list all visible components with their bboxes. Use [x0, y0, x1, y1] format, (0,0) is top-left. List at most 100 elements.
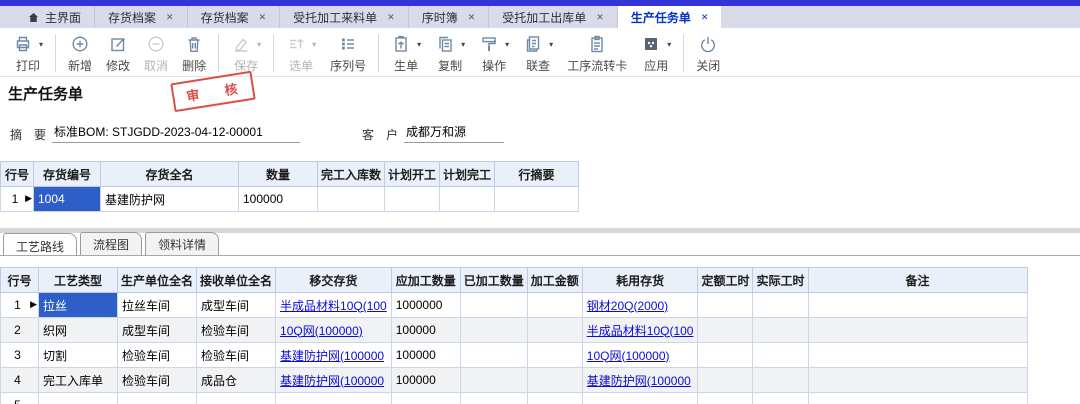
tab-close-icon[interactable]: ✕	[468, 12, 476, 23]
inventory-link[interactable]: 10Q网(100000)	[280, 324, 363, 338]
chevron-down-icon[interactable]: ▾	[667, 40, 671, 49]
grid-cell[interactable]	[753, 293, 808, 318]
row-number-cell[interactable]: 1▶	[1, 187, 34, 212]
grid-cell[interactable]: 钢材20Q(2000)	[582, 293, 698, 318]
grid-cell[interactable]: 拉丝车间	[118, 293, 197, 318]
inventory-link[interactable]: 基建防护网(100000	[280, 374, 384, 388]
grid-cell[interactable]	[495, 187, 579, 212]
grid-cell[interactable]	[753, 393, 808, 404]
row-number-cell[interactable]: 5	[1, 393, 39, 404]
grid-cell[interactable]: 1004	[34, 187, 101, 212]
grid-cell[interactable]	[39, 393, 118, 404]
grid-cell[interactable]	[808, 343, 1027, 368]
grid-cell[interactable]	[460, 318, 527, 343]
grid-cell[interactable]: 基建防护网	[101, 187, 239, 212]
process-flow-card-button[interactable]: 工序流转卡	[560, 32, 634, 75]
column-header[interactable]: 备注	[808, 268, 1027, 293]
tab-production-task[interactable]: 生产任务单✕	[618, 6, 722, 28]
grid-cell[interactable]	[440, 187, 495, 212]
grid-cell[interactable]	[391, 393, 460, 404]
grid-cell[interactable]	[698, 318, 753, 343]
grid-cell[interactable]: 检验车间	[118, 343, 197, 368]
grid-cell[interactable]	[698, 293, 753, 318]
inventory-link[interactable]: 10Q网(100000)	[587, 349, 670, 363]
grid-cell[interactable]: 100000	[391, 343, 460, 368]
chevron-down-icon[interactable]: ▾	[257, 40, 261, 49]
grid-cell[interactable]	[197, 393, 276, 404]
grid-cell[interactable]: 检验车间	[197, 343, 276, 368]
grid-cell[interactable]: 织网	[39, 318, 118, 343]
inventory-link[interactable]: 基建防护网(100000	[280, 349, 384, 363]
tab-inventory-1[interactable]: 存货档案✕	[95, 6, 188, 28]
column-header[interactable]: 计划完工	[440, 162, 495, 187]
serial-number-button[interactable]: 序列号	[323, 32, 373, 75]
delete-button[interactable]: 删除	[175, 32, 213, 75]
grid-cell[interactable]	[753, 318, 808, 343]
subtab-process-route[interactable]: 工艺路线	[3, 233, 77, 255]
column-header[interactable]: 定额工时	[698, 268, 753, 293]
close-button[interactable]: 关闭	[689, 32, 727, 75]
tab-close-icon[interactable]: ✕	[387, 12, 395, 23]
column-header[interactable]: 工艺类型	[39, 268, 118, 293]
grid-cell[interactable]	[527, 293, 582, 318]
grid-cell[interactable]: 10Q网(100000)	[582, 343, 698, 368]
column-header[interactable]: 行号	[1, 268, 39, 293]
grid-cell[interactable]	[527, 318, 582, 343]
grid-cell[interactable]: 拉丝	[39, 293, 118, 318]
grid-cell[interactable]	[698, 343, 753, 368]
grid-cell[interactable]: 切割	[39, 343, 118, 368]
column-header[interactable]: 移交存货	[276, 268, 392, 293]
grid-cell[interactable]	[527, 343, 582, 368]
copy-button[interactable]: ▾复制	[428, 32, 472, 75]
grid-cell[interactable]: 半成品材料10Q(100	[582, 318, 698, 343]
row-number-cell[interactable]: 4	[1, 368, 39, 393]
grid-cell[interactable]: 检验车间	[197, 318, 276, 343]
grid-cell[interactable]: 100000	[391, 318, 460, 343]
grid-cell[interactable]	[385, 187, 440, 212]
grid-cell[interactable]: 100000	[239, 187, 318, 212]
inventory-link[interactable]: 钢材20Q(2000)	[587, 299, 668, 313]
grid-cell[interactable]	[698, 368, 753, 393]
tab-consign-incoming[interactable]: 受托加工来料单✕	[280, 6, 409, 28]
inventory-link[interactable]: 半成品材料10Q(100	[280, 299, 387, 313]
column-header[interactable]: 存货编号	[34, 162, 101, 187]
print-button[interactable]: ▾打印	[6, 32, 50, 75]
column-header[interactable]: 行摘要	[495, 162, 579, 187]
tab-journal[interactable]: 序时簿✕	[409, 6, 490, 28]
row-number-cell[interactable]: 2	[1, 318, 39, 343]
chevron-down-icon[interactable]: ▾	[417, 40, 421, 49]
row-number-cell[interactable]: 1▶	[1, 293, 39, 318]
chevron-down-icon[interactable]: ▾	[39, 40, 43, 49]
column-header[interactable]: 生产单位全名	[118, 268, 197, 293]
tab-main[interactable]: 主界面	[14, 6, 95, 28]
inventory-link[interactable]: 基建防护网(100000	[587, 374, 691, 388]
tab-close-icon[interactable]: ✕	[701, 12, 709, 23]
add-button[interactable]: 新增	[61, 32, 99, 75]
grid-cell[interactable]: 成品仓	[197, 368, 276, 393]
edit-button[interactable]: 修改	[99, 32, 137, 75]
grid-cell[interactable]	[460, 368, 527, 393]
column-header[interactable]: 加工金额	[527, 268, 582, 293]
apply-button[interactable]: ▾应用	[634, 32, 678, 75]
subtab-material-details[interactable]: 领料详情	[145, 232, 219, 255]
grid-cell[interactable]	[276, 393, 392, 404]
grid-cell[interactable]	[318, 187, 385, 212]
row-number-cell[interactable]: 3	[1, 343, 39, 368]
column-header[interactable]: 已加工数量	[460, 268, 527, 293]
tab-close-icon[interactable]: ✕	[259, 12, 267, 23]
grid-cell[interactable]: 成型车间	[197, 293, 276, 318]
grid-cell[interactable]	[808, 393, 1027, 404]
grid-cell[interactable]	[808, 318, 1027, 343]
grid-cell[interactable]	[460, 293, 527, 318]
column-header[interactable]: 接收单位全名	[197, 268, 276, 293]
grid-cell[interactable]	[118, 393, 197, 404]
tab-consign-outbound[interactable]: 受托加工出库单✕	[489, 6, 618, 28]
customer-field[interactable]: 成都万和源	[404, 123, 504, 143]
grid-cell[interactable]: 基建防护网(100000	[276, 368, 392, 393]
column-header[interactable]: 完工入库数	[318, 162, 385, 187]
chevron-down-icon[interactable]: ▾	[549, 40, 553, 49]
grid-cell[interactable]: 基建防护网(100000	[276, 343, 392, 368]
column-header[interactable]: 耗用存货	[582, 268, 698, 293]
tab-close-icon[interactable]: ✕	[166, 12, 174, 23]
grid-cell[interactable]	[753, 368, 808, 393]
